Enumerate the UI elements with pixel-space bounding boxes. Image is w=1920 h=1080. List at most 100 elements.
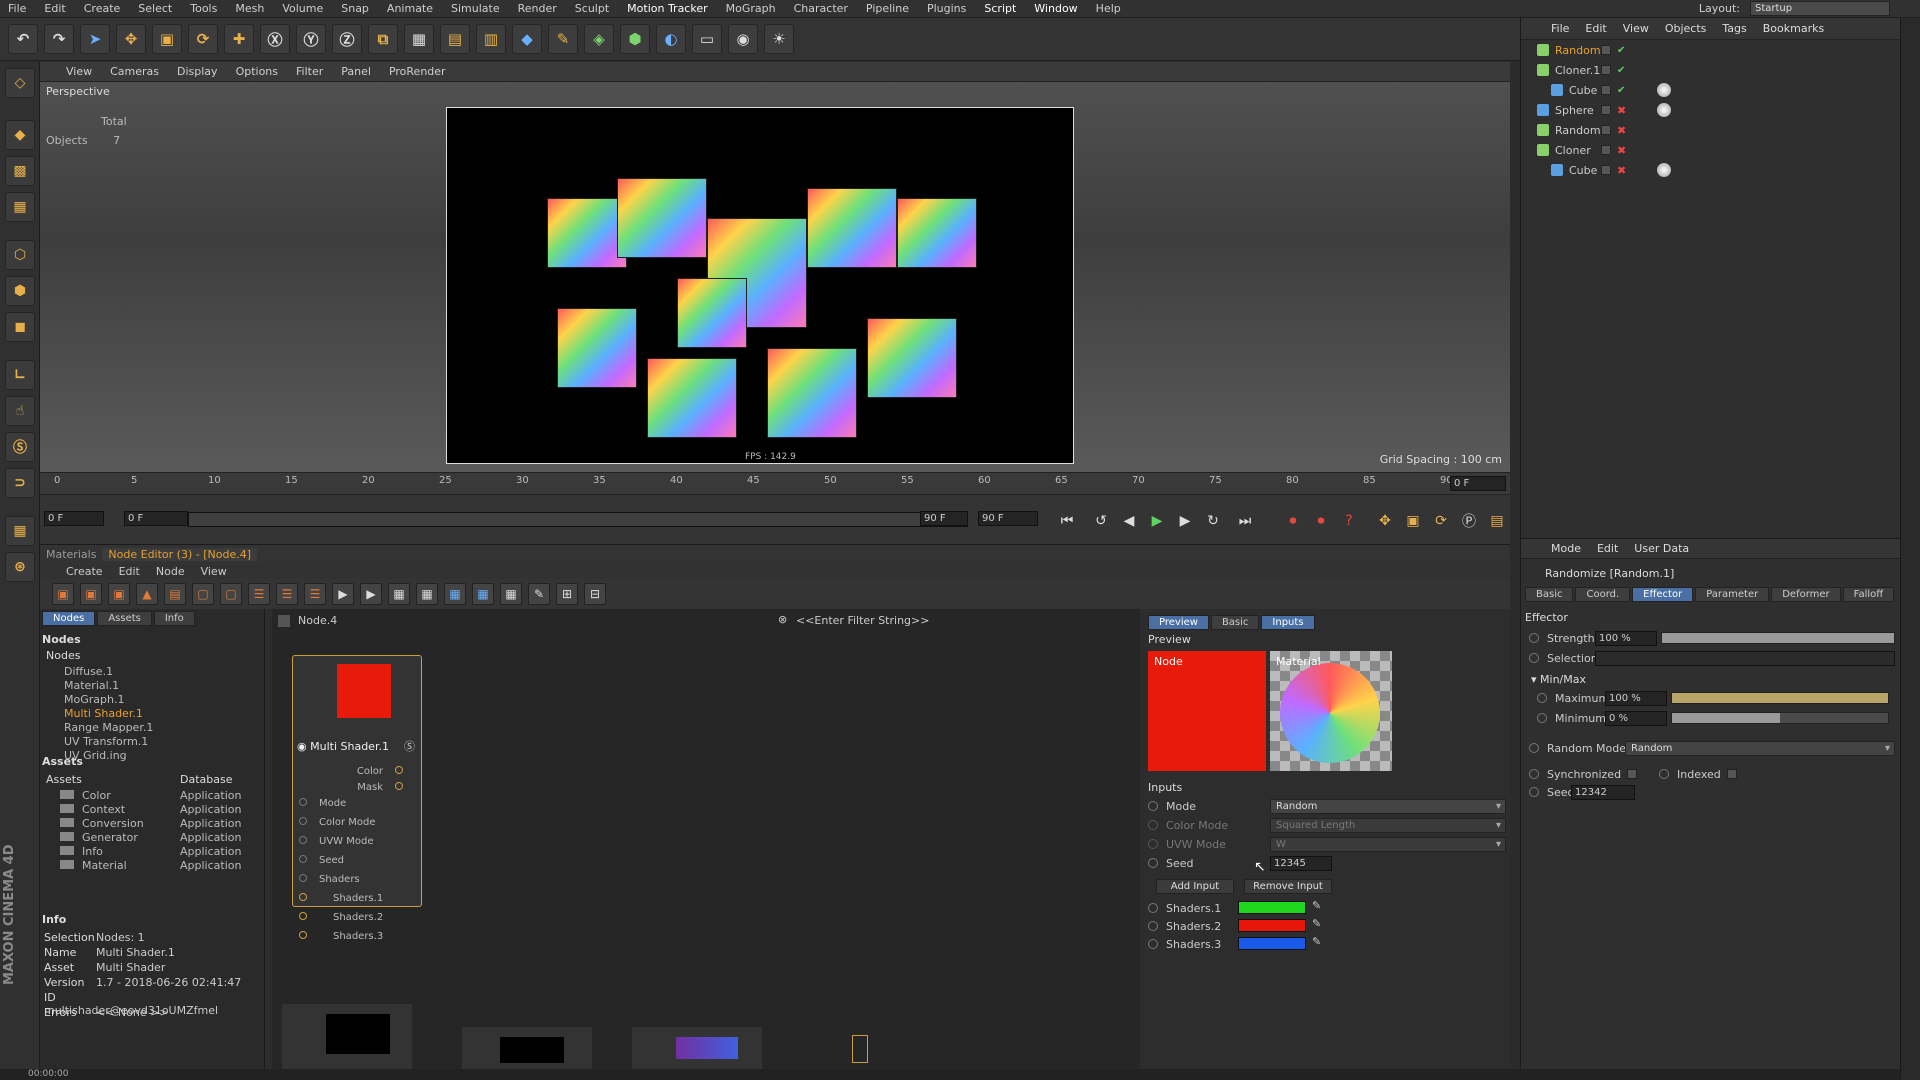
om-menu-file[interactable]: File xyxy=(1551,22,1569,35)
object-row[interactable]: Random ✔ xyxy=(1521,40,1901,60)
object-row[interactable]: Cloner ✖ xyxy=(1521,140,1901,160)
port-dot[interactable] xyxy=(299,798,307,806)
side-tab-assets[interactable]: Assets xyxy=(97,611,152,626)
next-key-icon[interactable]: ↻ xyxy=(1202,511,1224,531)
edges-mode-icon[interactable]: ⬢ xyxy=(5,276,35,306)
move-icon[interactable]: ✥ xyxy=(116,24,146,54)
render-picture-icon[interactable]: ▤ xyxy=(440,24,470,54)
node-settings-icon[interactable]: Ⓢ xyxy=(404,738,415,754)
viewport-menu-cameras[interactable]: Cameras xyxy=(110,65,159,78)
port-dot[interactable] xyxy=(299,874,307,882)
random-mode-radio[interactable] xyxy=(1529,743,1539,753)
node-tool-20-icon[interactable]: ⊟ xyxy=(584,583,606,605)
shader-radio[interactable] xyxy=(1148,921,1158,931)
minimum-slider[interactable] xyxy=(1671,712,1889,724)
node-list-item[interactable]: Multi Shader.1 xyxy=(64,707,143,720)
lower-tab[interactable]: Materials xyxy=(40,548,102,561)
menu-motion-tracker[interactable]: Motion Tracker xyxy=(627,2,707,15)
asset-item[interactable]: Context Application xyxy=(50,803,250,816)
viewport-menu-panel[interactable]: Panel xyxy=(341,65,371,78)
random-mode-dropdown[interactable]: Random xyxy=(1625,741,1895,756)
indexed-checkbox[interactable] xyxy=(1726,769,1737,779)
menu-character[interactable]: Character xyxy=(794,2,848,15)
rotate-icon[interactable]: ⟳ xyxy=(188,24,218,54)
enabled-check-icon[interactable]: ✔ xyxy=(1617,65,1625,76)
lock-workplane-icon[interactable]: ▦ xyxy=(5,516,35,546)
menu-plugins[interactable]: Plugins xyxy=(927,2,966,15)
object-row[interactable]: Random ✖ xyxy=(1521,120,1901,140)
side-tab-nodes[interactable]: Nodes xyxy=(42,611,96,626)
object-row[interactable]: Cube ✖ xyxy=(1521,160,1901,180)
om-menu-view[interactable]: View xyxy=(1623,22,1649,35)
node-tool-13-icon[interactable]: ▦ xyxy=(388,583,410,605)
color-picker-icon[interactable]: ✎ xyxy=(1312,899,1321,912)
viewport-menu-display[interactable]: Display xyxy=(177,65,218,78)
y-axis-icon[interactable]: Ⓨ xyxy=(296,24,326,54)
node-input-port[interactable]: Shaders xyxy=(299,874,360,885)
seed-input-field[interactable]: 12345 xyxy=(1270,856,1332,871)
record-icon[interactable]: ⏺ xyxy=(1282,511,1304,531)
texture-mode-icon[interactable]: ▩ xyxy=(5,156,35,186)
lower-tab[interactable]: Node Editor (3) - [Node.4] xyxy=(102,547,258,561)
menu-pipeline[interactable]: Pipeline xyxy=(866,2,909,15)
node-tool-9-icon[interactable]: ☰ xyxy=(276,583,298,605)
disabled-x-icon[interactable]: ✖ xyxy=(1617,124,1626,137)
attr-tab-falloff[interactable]: Falloff xyxy=(1842,587,1895,602)
object-row[interactable]: Sphere ✖ xyxy=(1521,100,1901,120)
asset-item[interactable]: Material Application xyxy=(50,859,250,872)
render-settings-icon[interactable]: ▥ xyxy=(476,24,506,54)
node-thumbnail-1[interactable] xyxy=(282,1004,412,1070)
node-tool-2-icon[interactable]: ▣ xyxy=(80,583,102,605)
undo-icon[interactable]: ↶ xyxy=(8,24,38,54)
node-tool-7-icon[interactable]: ▢ xyxy=(220,583,242,605)
attr-tab-basic[interactable]: Basic xyxy=(1525,587,1574,602)
add-icon[interactable]: ✚ xyxy=(224,24,254,54)
menu-file[interactable]: File xyxy=(8,2,26,15)
indexed-radio[interactable] xyxy=(1659,769,1670,779)
strength-radio[interactable] xyxy=(1529,633,1539,643)
deformer-icon[interactable]: ◐ xyxy=(656,24,686,54)
mode-dropdown[interactable]: Random xyxy=(1270,799,1506,814)
node-input-port[interactable]: UVW Mode xyxy=(299,836,373,847)
autokey-icon[interactable]: ⏺ xyxy=(1310,511,1332,531)
node-canvas[interactable]: Node.4 ⊗ <<Enter Filter String>> ◉ Multi… xyxy=(272,609,1140,1070)
node-tool-10-icon[interactable]: ☰ xyxy=(304,583,326,605)
object-row[interactable]: Cube ✔ xyxy=(1521,80,1901,100)
start-frame-field[interactable]: 0 F xyxy=(44,511,104,526)
node-input-port[interactable]: Shaders.3 xyxy=(299,931,383,942)
attr-tab-deformer[interactable]: Deformer xyxy=(1771,587,1841,602)
range-end-field[interactable]: 90 F xyxy=(920,511,968,526)
node-attr-tab-basic[interactable]: Basic xyxy=(1210,615,1260,630)
synchronized-radio[interactable] xyxy=(1529,769,1539,779)
play-icon[interactable]: ▶ xyxy=(1146,511,1168,531)
go-to-end-icon[interactable]: ⏭ xyxy=(1234,511,1256,531)
node-input-port[interactable]: Shaders.2 xyxy=(299,912,383,923)
subdivision-icon[interactable]: ◈ xyxy=(584,24,614,54)
node-list-item[interactable]: UV Transform.1 xyxy=(64,735,148,748)
visibility-toggle[interactable] xyxy=(1601,125,1611,135)
snap-icon[interactable]: Ⓢ xyxy=(5,432,35,462)
menu-select[interactable]: Select xyxy=(138,2,172,15)
node-tool-18-icon[interactable]: ✎ xyxy=(528,583,550,605)
menu-mesh[interactable]: Mesh xyxy=(235,2,264,15)
make-editable-icon[interactable]: ◇ xyxy=(5,68,35,98)
asset-item[interactable]: Color Application xyxy=(50,789,250,802)
node-play-icon[interactable]: ▶ xyxy=(332,583,354,605)
minimum-radio[interactable] xyxy=(1537,713,1547,723)
node-thumbnail-2[interactable] xyxy=(462,1027,592,1070)
visibility-toggle[interactable] xyxy=(1601,85,1611,95)
disabled-x-icon[interactable]: ✖ xyxy=(1617,164,1626,177)
floor-icon[interactable]: ▭ xyxy=(692,24,722,54)
maximum-slider[interactable] xyxy=(1671,692,1889,704)
node-tool-8-icon[interactable]: ☰ xyxy=(248,583,270,605)
material-tag-icon[interactable] xyxy=(1657,83,1671,97)
node-list-item[interactable]: MoGraph.1 xyxy=(64,693,124,706)
camera-icon[interactable]: ◉ xyxy=(728,24,758,54)
filter-clear-icon[interactable]: ⊗ xyxy=(778,613,787,626)
maximum-field[interactable]: 100 % xyxy=(1605,691,1667,706)
next-frame-icon[interactable]: ▶ xyxy=(1174,511,1196,531)
attr-tab-effector[interactable]: Effector xyxy=(1632,587,1694,602)
om-menu-bookmarks[interactable]: Bookmarks xyxy=(1763,22,1824,35)
z-axis-icon[interactable]: Ⓩ xyxy=(332,24,362,54)
viewport-menu-prorender[interactable]: ProRender xyxy=(389,65,446,78)
